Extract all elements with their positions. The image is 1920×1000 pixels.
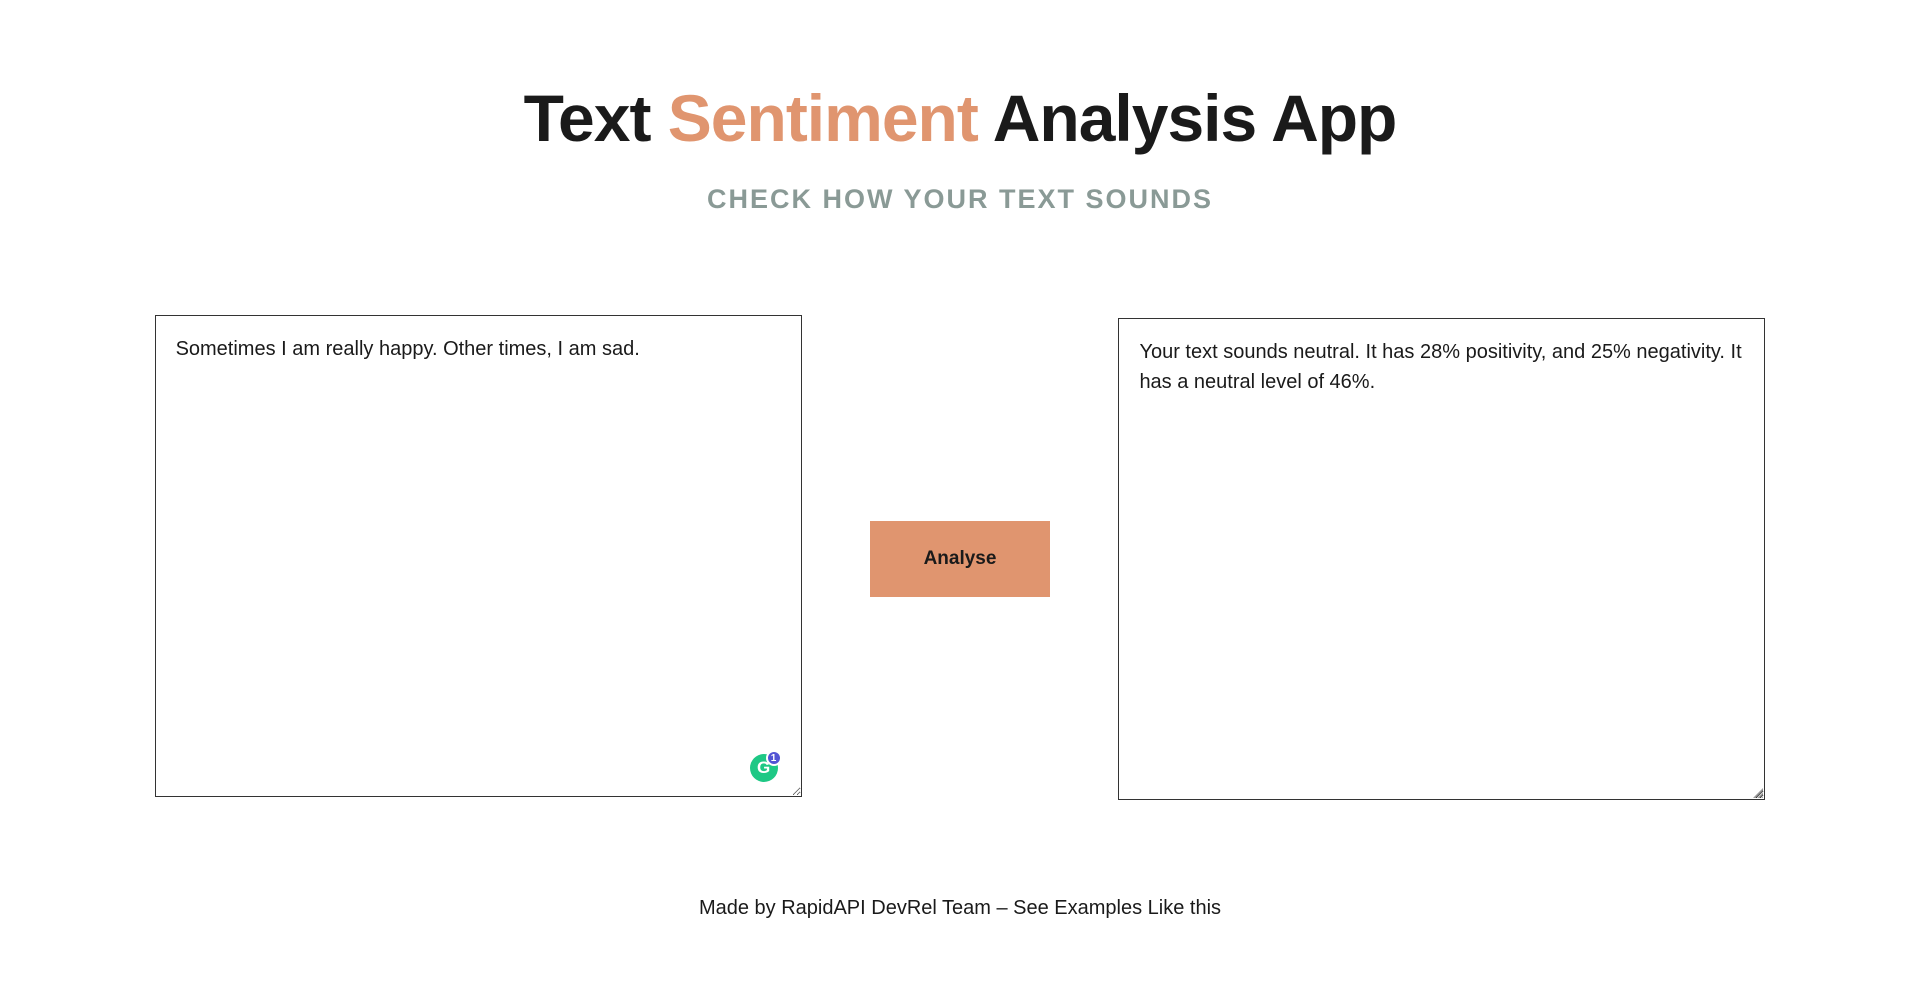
- grammarly-icon[interactable]: G 1: [750, 754, 780, 784]
- page-title: Text Sentiment Analysis App: [524, 80, 1397, 156]
- input-textarea[interactable]: [155, 315, 802, 797]
- main-content: G 1 Analyse Your text sounds neutral. It…: [0, 315, 1920, 802]
- grammarly-circle-icon: G 1: [750, 754, 778, 782]
- input-wrapper: G 1: [155, 315, 802, 802]
- output-box: Your text sounds neutral. It has 28% pos…: [1118, 318, 1765, 800]
- header: Text Sentiment Analysis App CHECK HOW YO…: [524, 80, 1397, 215]
- page-subtitle: CHECK HOW YOUR TEXT SOUNDS: [524, 184, 1397, 215]
- title-suffix: Analysis App: [978, 81, 1397, 155]
- analyse-button[interactable]: Analyse: [870, 521, 1051, 597]
- grammarly-badge: 1: [766, 750, 782, 766]
- footer-text: Made by RapidAPI DevRel Team – See Examp…: [699, 897, 1221, 920]
- title-prefix: Text: [524, 81, 668, 155]
- title-accent: Sentiment: [668, 81, 978, 155]
